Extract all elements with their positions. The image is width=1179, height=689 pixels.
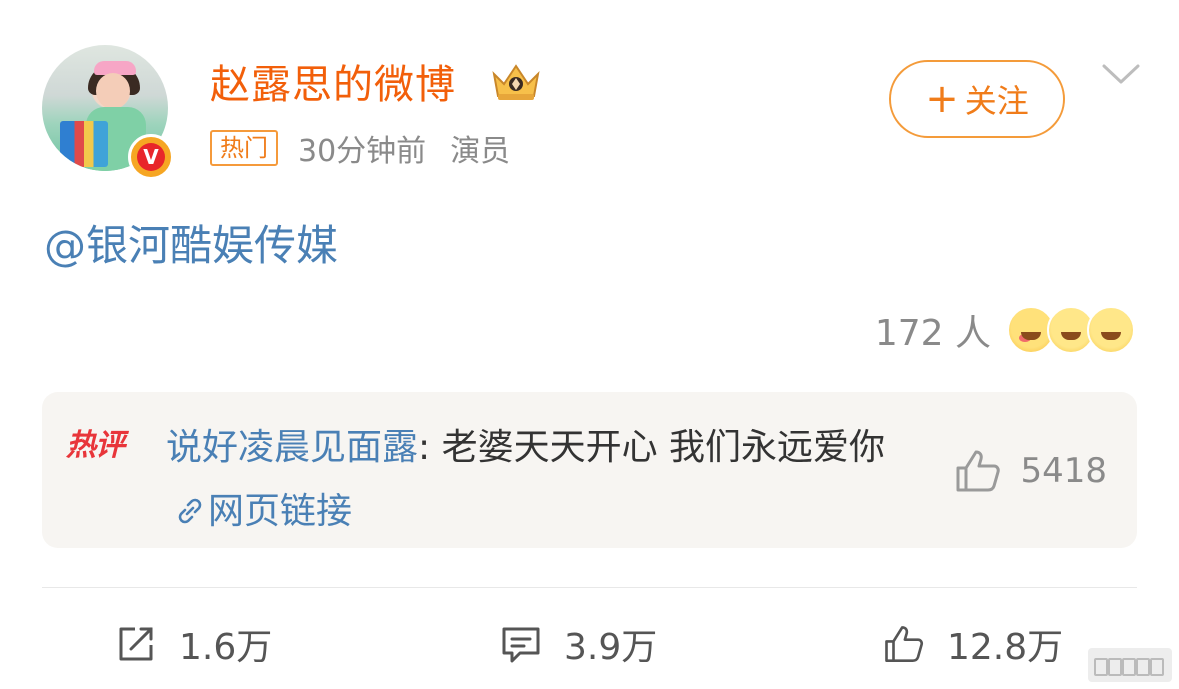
tears-emoji-icon xyxy=(1087,306,1135,354)
comment-like-count: 5418 xyxy=(1020,451,1107,491)
comment-body: 说好凌晨见面露: 老婆天天开心 我们永远爱你 网页链接 xyxy=(166,416,926,544)
username[interactable]: 赵露思的微博 xyxy=(210,52,456,110)
comment-author[interactable]: 说好凌晨见面露 xyxy=(166,427,418,468)
thumbs-up-icon xyxy=(885,626,924,662)
share-count: 1.6万 xyxy=(179,627,273,668)
share-icon xyxy=(119,627,153,661)
comment-like-button[interactable]: 5418 xyxy=(954,448,1107,494)
share-button[interactable]: 1.6万 xyxy=(115,618,272,670)
thumbs-up-icon xyxy=(956,450,1001,492)
follow-label: 关注 xyxy=(964,82,1029,120)
comment-button[interactable]: 3.9万 xyxy=(500,618,657,670)
web-link[interactable]: 网页链接 xyxy=(166,491,352,532)
mention-link[interactable]: @银河酷娱传媒 xyxy=(44,212,338,273)
hot-comment-card[interactable]: 热评 说好凌晨见面露: 老婆天天开心 我们永远爱你 网页链接 5418 xyxy=(42,392,1137,548)
comment-icon xyxy=(502,627,540,663)
chevron-down-icon[interactable] xyxy=(1100,60,1142,90)
web-link-label: 网页链接 xyxy=(208,491,353,532)
comment-separator: : xyxy=(418,427,442,468)
hot-tag: 热门 xyxy=(210,130,278,166)
comment-count: 3.9万 xyxy=(564,627,658,668)
reactions-summary[interactable]: 172 人 xyxy=(875,304,1135,356)
verified-v-badge-icon: V xyxy=(128,134,174,180)
post-time: 30分钟前 xyxy=(298,134,427,169)
like-button[interactable]: 12.8万 xyxy=(883,618,1063,670)
crown-icon xyxy=(492,64,540,100)
hot-comment-badge: 热评 xyxy=(66,402,140,464)
follow-button[interactable]: + 关注 xyxy=(889,60,1065,138)
post-meta: 热门 30分钟前 演员 xyxy=(210,126,510,170)
avatar-face xyxy=(96,73,130,109)
user-role: 演员 xyxy=(450,134,511,169)
like-count: 12.8万 xyxy=(947,627,1064,668)
comment-text: 老婆天天开心 我们永远爱你 xyxy=(441,427,886,468)
watermark xyxy=(1088,648,1172,682)
reaction-count: 172 人 xyxy=(874,313,991,354)
plus-icon: + xyxy=(925,76,959,122)
divider xyxy=(42,587,1137,588)
avatar-book xyxy=(60,121,108,167)
link-icon xyxy=(178,498,202,524)
